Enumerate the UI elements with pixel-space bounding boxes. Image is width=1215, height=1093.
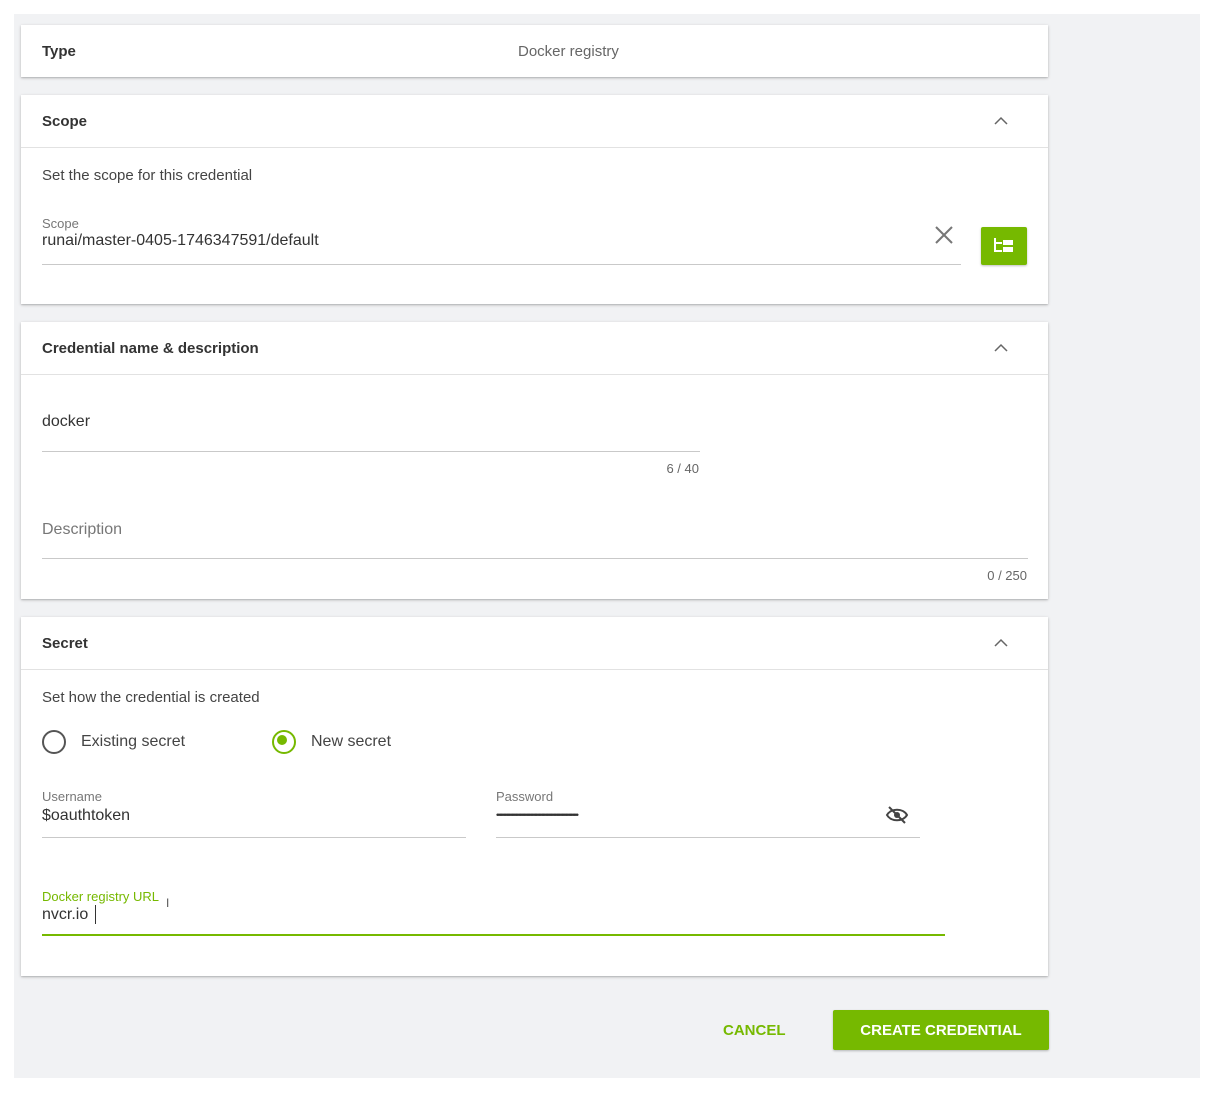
registry-url-underline: [42, 934, 945, 936]
scope-card-header[interactable]: Scope: [21, 95, 1048, 148]
chevron-up-icon[interactable]: [994, 341, 1008, 355]
credential-name-underline: [42, 451, 700, 452]
secret-subtitle: Set how the credential is created: [42, 689, 260, 706]
scope-field-label: Scope: [42, 216, 79, 231]
create-credential-button[interactable]: CREATE CREDENTIAL: [833, 1010, 1049, 1050]
username-label: Username: [42, 789, 102, 804]
secret-card-title: Secret: [42, 635, 88, 652]
description-input[interactable]: Description: [42, 521, 122, 539]
chevron-up-icon[interactable]: [994, 114, 1008, 128]
tree-icon: [994, 238, 1013, 252]
text-caret: [95, 905, 96, 924]
close-icon[interactable]: [934, 225, 954, 245]
create-credential-label: CREATE CREDENTIAL: [860, 1022, 1022, 1039]
name-card-header[interactable]: Credential name & description: [21, 322, 1048, 375]
credential-name-counter: 6 / 40: [666, 461, 699, 476]
password-input[interactable]: ••••••••••••••••••••••••••••••••••••••••…: [496, 810, 876, 820]
radio-new-secret-label: New secret: [311, 733, 392, 750]
username-input[interactable]: $oauthtoken: [42, 807, 130, 825]
scope-card: Scope Set the scope for this credential …: [21, 95, 1048, 304]
scope-tree-button[interactable]: [981, 227, 1027, 265]
type-card: Type Docker registry: [21, 25, 1048, 77]
radio-existing-secret-label: Existing secret: [81, 733, 186, 750]
type-label: Type: [42, 43, 76, 60]
radio-new-secret[interactable]: New secret: [272, 729, 472, 754]
credential-name-input[interactable]: docker: [42, 413, 90, 431]
cancel-button[interactable]: CANCEL: [723, 1022, 786, 1039]
radio-existing-secret-circle[interactable]: [42, 730, 66, 754]
description-underline: [42, 558, 1028, 559]
chevron-up-icon[interactable]: [994, 636, 1008, 650]
secret-card: Secret Set how the credential is created…: [21, 617, 1048, 976]
scope-subtitle: Set the scope for this credential: [42, 167, 253, 184]
scope-field-underline: [42, 264, 961, 265]
password-underline: [496, 837, 920, 838]
radio-existing-secret[interactable]: Existing secret: [42, 729, 242, 754]
password-label: Password: [496, 789, 554, 804]
radio-new-secret-circle[interactable]: [272, 730, 296, 754]
name-card-title: Credential name & description: [42, 340, 259, 357]
registry-url-label: Docker registry URL: [42, 889, 160, 904]
type-value: Docker registry: [518, 43, 619, 60]
form-page: Type Docker registry Scope Set the scope…: [14, 14, 1200, 1078]
eye-off-icon[interactable]: [885, 805, 909, 825]
username-underline: [42, 837, 466, 838]
scope-field-value[interactable]: runai/master-0405-1746347591/default: [42, 232, 319, 250]
description-counter: 0 / 250: [987, 568, 1027, 583]
registry-url-input[interactable]: nvcr.io: [42, 906, 88, 924]
name-card: Credential name & description docker 6 /…: [21, 322, 1048, 599]
secret-card-header[interactable]: Secret: [21, 617, 1048, 670]
text-cursor-icon: I: [166, 896, 170, 910]
scope-card-title: Scope: [42, 113, 88, 130]
